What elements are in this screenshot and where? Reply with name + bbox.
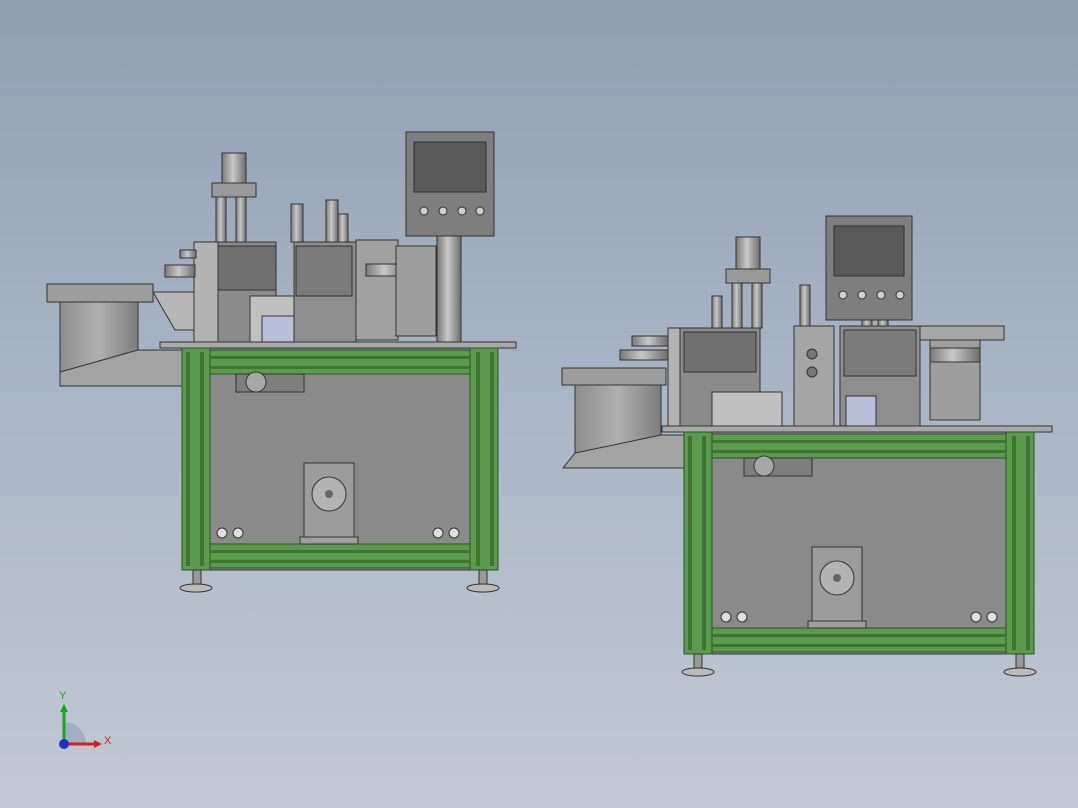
y-axis-label: Y bbox=[59, 690, 67, 702]
x-axis-label: X bbox=[104, 735, 112, 747]
y-axis-head bbox=[60, 704, 68, 712]
bowl-feeder-left bbox=[46, 283, 199, 387]
table-top-right bbox=[661, 425, 1053, 433]
assembly-machine-left[interactable] bbox=[46, 131, 517, 593]
coordinate-triad: Y X bbox=[59, 690, 112, 749]
cad-scene: Y X bbox=[46, 131, 1053, 749]
table-top-left bbox=[159, 341, 517, 349]
assembly-machine-right[interactable] bbox=[561, 215, 1053, 677]
bowl-feeder-right bbox=[561, 367, 685, 469]
x-axis-head bbox=[94, 740, 102, 748]
hmi-screen-right bbox=[825, 215, 913, 321]
z-axis-dot bbox=[59, 739, 69, 749]
cad-viewport[interactable]: Y X bbox=[0, 0, 1078, 808]
